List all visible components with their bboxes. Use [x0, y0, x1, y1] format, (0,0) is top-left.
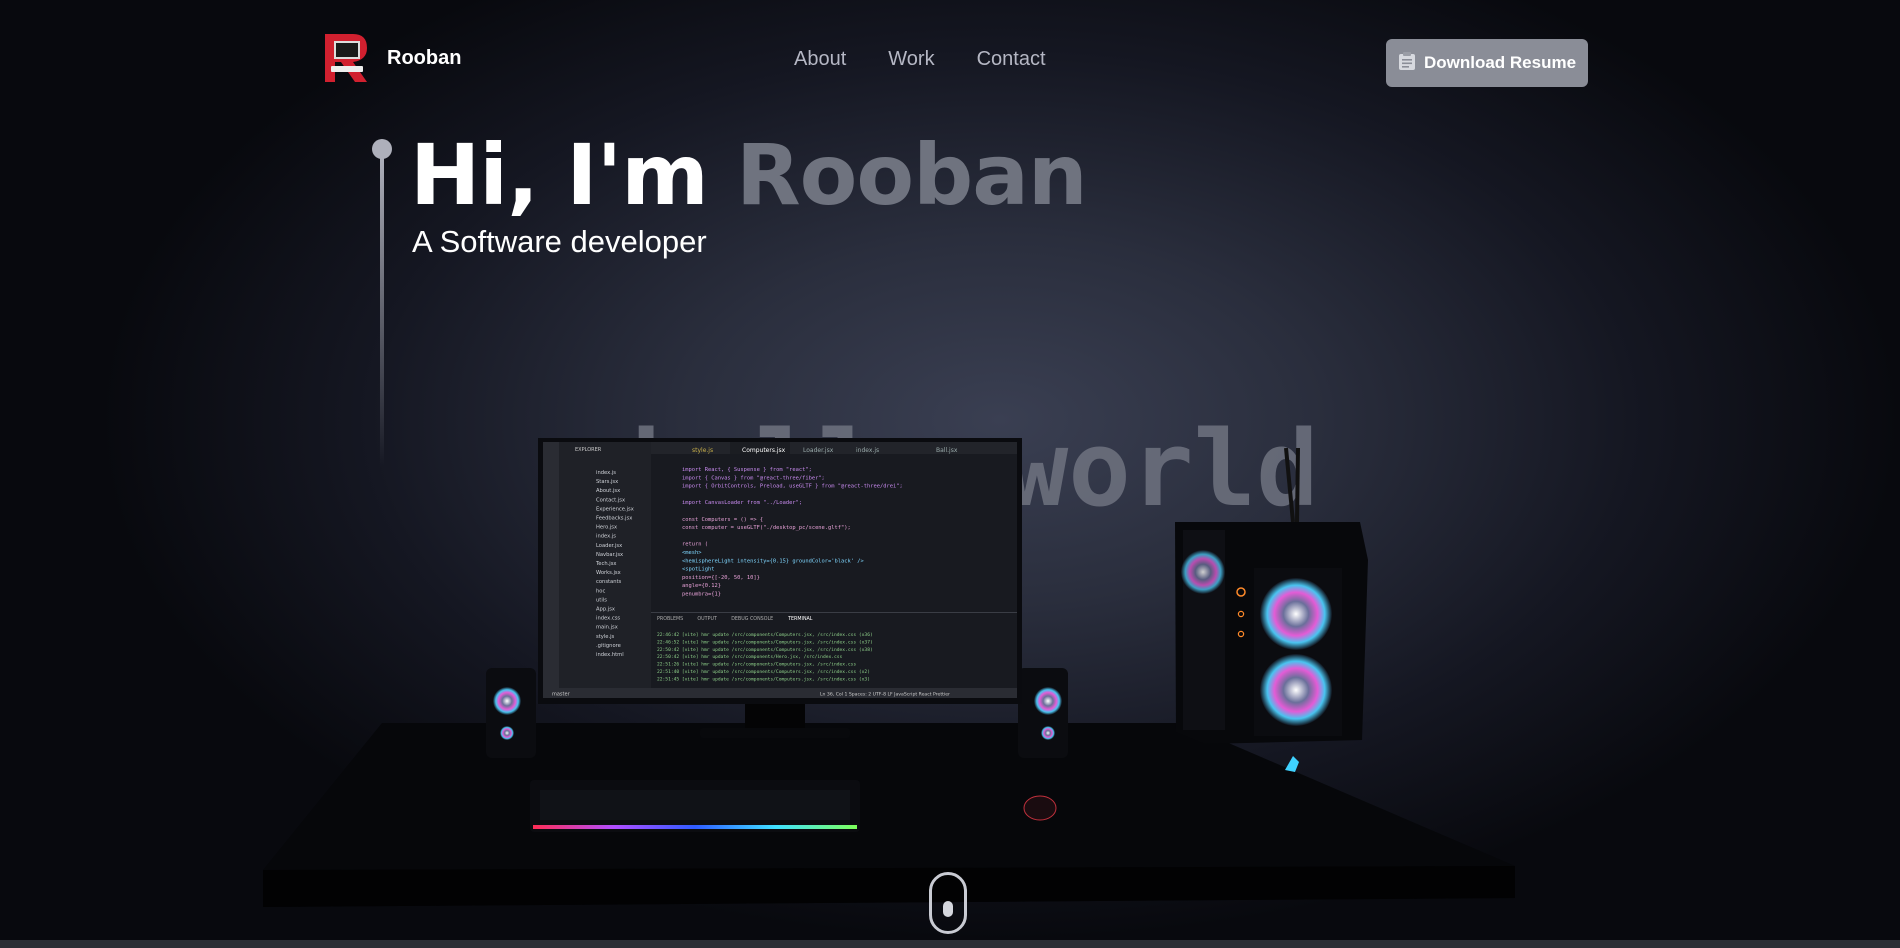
- editor-tab-computers: Computers.jsx: [742, 447, 786, 454]
- terminal: 22:46:42 [vite] hmr update /src/componen…: [657, 632, 873, 682]
- panel-tabs: PROBLEMS OUTPUT DEBUG CONSOLE TERMINAL: [657, 616, 813, 622]
- editor-tab-index: index.js: [856, 447, 879, 454]
- code-line: <hemisphereLight intensity={0.15} ground…: [682, 558, 864, 564]
- explorer-file: About.jsx: [596, 488, 620, 494]
- explorer-file: main.jsx: [596, 625, 618, 631]
- explorer-file: Loader.jsx: [596, 543, 622, 549]
- left-speaker: [486, 668, 536, 758]
- code-line: const computer = useGLTF("./desktop_pc/s…: [682, 525, 851, 531]
- terminal-line: 22:51:26 [vite] hmr update /src/componen…: [657, 662, 856, 668]
- bottom-edge: [0, 940, 1900, 948]
- status-right: Ln 36, Col 1 Spaces: 2 UTF-8 LF JavaScri…: [820, 692, 950, 698]
- code-line: penumbra={1}: [682, 592, 721, 598]
- editor-tab-ball: Ball.jsx: [936, 447, 958, 454]
- explorer-file: App.jsx: [596, 607, 615, 613]
- code-line: import React, { Suspense } from "react";: [682, 467, 812, 473]
- explorer-file: Stars.jsx: [596, 479, 618, 485]
- keyboard: [530, 780, 860, 832]
- explorer-title: EXPLORER: [575, 447, 602, 453]
- explorer-file: constants: [596, 579, 622, 585]
- explorer-file: Works.jsx: [596, 570, 621, 576]
- explorer-file: index.js: [596, 470, 616, 476]
- explorer-file: index.html: [596, 652, 624, 658]
- scroll-indicator[interactable]: [929, 872, 967, 934]
- mouse: [1023, 795, 1057, 821]
- code-line: import { OrbitControls, Preload, useGLTF…: [682, 484, 903, 490]
- explorer-file: Navbar.jsx: [596, 552, 623, 558]
- panel-tab[interactable]: DEBUG CONSOLE: [731, 616, 773, 622]
- terminal-line: 22:51:45 [vite] hmr update /src/componen…: [657, 676, 870, 682]
- panel-tab[interactable]: TERMINAL: [787, 616, 813, 622]
- right-speaker: [1018, 668, 1068, 758]
- explorer-file: Experience.jsx: [596, 506, 634, 512]
- terminal-line: 22:46:52 [vite] hmr update /src/componen…: [657, 639, 873, 645]
- terminal-line: 22:46:42 [vite] hmr update /src/componen…: [657, 632, 873, 638]
- code-line: <mesh>: [682, 550, 702, 556]
- code-line: <spotLight: [682, 567, 714, 573]
- terminal-line: 22:50:42 [vite] hmr update /src/componen…: [657, 654, 843, 660]
- panel-tab[interactable]: PROBLEMS: [657, 616, 683, 622]
- terminal-line: 22:50:42 [vite] hmr update /src/componen…: [657, 647, 873, 653]
- explorer-file: index.js: [596, 534, 616, 540]
- explorer-file: Tech.jsx: [595, 561, 616, 567]
- code-line: import CanvasLoader from "../Loader";: [682, 500, 802, 506]
- panel-tab[interactable]: OUTPUT: [697, 616, 717, 622]
- code-line: return (: [682, 542, 708, 548]
- code-line: import { Canvas } from "@react-three/fib…: [682, 475, 825, 481]
- explorer-file: .gitignore: [596, 643, 621, 649]
- explorer-file: Feedbacks.jsx: [596, 516, 632, 522]
- explorer-file: style.js: [596, 634, 615, 640]
- explorer-file: Hero.jsx: [596, 525, 617, 531]
- explorer-file: Contact.jsx: [596, 497, 625, 503]
- code-line: angle={0.12}: [682, 583, 721, 589]
- explorer-file: utils: [596, 597, 607, 603]
- editor-tab-loader: Loader.jsx: [803, 447, 834, 454]
- desk-setup-scene[interactable]: hello world EXPLORER style.js Computers.…: [0, 0, 1900, 948]
- status-left: master: [552, 692, 571, 698]
- explorer-file: hoc: [596, 588, 605, 594]
- terminal-line: 22:51:40 [vite] hmr update /src/componen…: [657, 669, 870, 675]
- code-line: position={[-20, 50, 10]}: [682, 575, 760, 581]
- editor-tab-style: style.js: [692, 447, 713, 454]
- code-line: const Computers = () => {: [682, 517, 763, 523]
- scroll-dot: [943, 901, 953, 917]
- explorer-file: index.css: [596, 616, 620, 622]
